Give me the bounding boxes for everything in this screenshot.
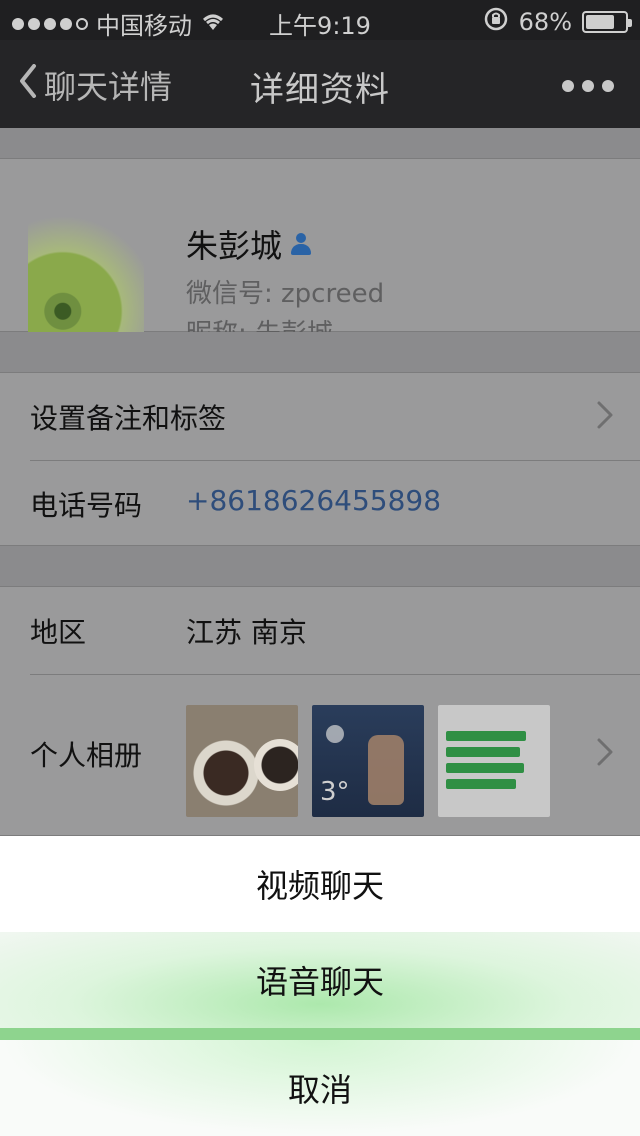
sheet-separator [0, 1028, 640, 1040]
profile-name: 朱彭城 [186, 221, 314, 267]
page-title: 详细资料 [250, 70, 390, 110]
thumb-bar [446, 731, 526, 741]
info-group: 设置备注和标签 电话号码 +8618626455898 [0, 372, 640, 546]
profile-screen: 中国移动 上午9:19 68% 聊天详情 详细资料 朱彭城 微信号: zpcre… [0, 0, 640, 1136]
more-dot [562, 80, 574, 92]
region-row: 地区 江苏 南京 [0, 587, 640, 674]
section-gap [0, 332, 640, 372]
action-sheet: 视频聊天 语音聊天 取消 [0, 836, 640, 1136]
navigation-bar: 聊天详情 详细资料 [0, 40, 640, 128]
thumb-bar [446, 779, 516, 789]
character-figure [368, 735, 404, 805]
battery-icon [582, 11, 632, 33]
battery-percent: 68% [518, 8, 572, 36]
phone-label: 电话号码 [30, 489, 143, 522]
status-right: 68% [483, 6, 632, 38]
user-icon-body [291, 244, 312, 255]
phone-row[interactable]: 电话号码 +8618626455898 [0, 460, 640, 547]
album-photo-weather[interactable]: 3° [312, 705, 424, 817]
album-label: 个人相册 [30, 739, 143, 772]
status-bar: 中国移动 上午9:19 68% [0, 0, 640, 40]
voice-call-button[interactable]: 语音聊天 [0, 932, 640, 1028]
wechat-id: 微信号: zpcreed [186, 279, 385, 309]
remark-label: 设置备注和标签 [30, 402, 227, 435]
thumb-bar [446, 763, 524, 773]
more-horizontal-icon[interactable] [562, 80, 614, 92]
user-icon [288, 231, 314, 257]
weather-temp: 3° [320, 777, 350, 807]
user-icon-head [296, 233, 307, 243]
region-label: 地区 [30, 616, 87, 649]
more-dot [602, 80, 614, 92]
phone-value[interactable]: +8618626455898 [186, 484, 441, 517]
album-photo-bowls[interactable] [186, 705, 298, 817]
chevron-right-icon [596, 399, 614, 439]
battery-fill [586, 15, 614, 29]
moon-icon [326, 725, 344, 743]
thumb-bar [446, 747, 520, 757]
chevron-right-icon [596, 736, 614, 776]
album-photo-chart[interactable] [438, 705, 550, 817]
profile-card: 朱彭城 微信号: zpcreed 昵称: 朱彭城 [0, 158, 640, 369]
section-gap [0, 546, 640, 586]
profile-content: 朱彭城 微信号: zpcreed 昵称: 朱彭城 设置备注和标签 [0, 128, 640, 836]
cancel-button[interactable]: 取消 [0, 1040, 640, 1136]
album-thumbnails: 3° [186, 705, 550, 817]
top-spacer [0, 128, 640, 158]
video-call-button[interactable]: 视频聊天 [0, 836, 640, 932]
remark-row[interactable]: 设置备注和标签 [0, 373, 640, 460]
more-dot [582, 80, 594, 92]
profile-name-text: 朱彭城 [186, 227, 283, 265]
details-group: 地区 江苏 南京 个人相册 3° [0, 586, 640, 836]
rotation-lock-icon [483, 6, 509, 38]
region-value: 江苏 南京 [186, 616, 307, 649]
